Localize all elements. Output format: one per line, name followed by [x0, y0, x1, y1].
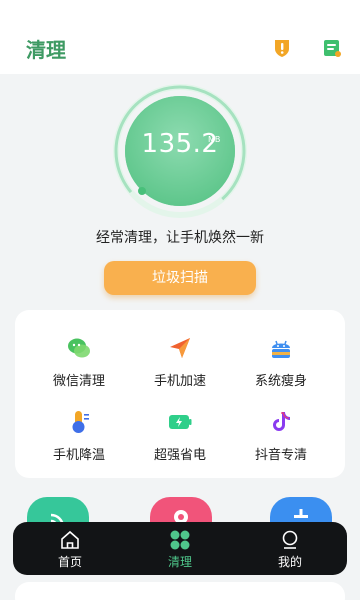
bottom-card: [15, 582, 345, 600]
tiktok-icon: [269, 410, 293, 434]
storage-unit: MB: [208, 135, 221, 144]
storage-gauge: 135.2 MB: [112, 83, 248, 219]
app-header: 清理: [0, 0, 360, 74]
tools-card: 微信清理 手机加速 系统瘦身 手机降温 超强省电 抖音专清: [15, 310, 345, 478]
tool-label: 微信清理: [52, 374, 105, 389]
junk-scan-button[interactable]: 垃圾扫描: [104, 261, 256, 295]
tool-wechat-clean[interactable]: 微信清理: [29, 336, 129, 396]
page-title: 清理: [26, 38, 66, 62]
tab-label: 首页: [57, 555, 82, 569]
battery-icon: [168, 410, 192, 434]
tool-label: 抖音专清: [254, 448, 307, 463]
tool-system-slim[interactable]: 系统瘦身: [231, 336, 331, 396]
tool-power-save[interactable]: 超强省电: [130, 410, 230, 470]
tab-label: 我的: [277, 555, 302, 569]
gauge-dot: [138, 187, 146, 195]
android-icon: [269, 336, 293, 360]
home-icon: [59, 529, 81, 551]
tool-douyin-clean[interactable]: 抖音专清: [231, 410, 331, 470]
thermometer-icon: [67, 410, 91, 434]
alert-shield-icon[interactable]: [271, 37, 293, 59]
tool-phone-cool[interactable]: 手机降温: [29, 410, 129, 470]
profile-icon: [279, 529, 301, 551]
tool-label: 系统瘦身: [254, 374, 307, 389]
tab-home[interactable]: 首页: [25, 522, 115, 575]
tab-profile[interactable]: 我的: [245, 522, 335, 575]
paper-plane-icon: [168, 336, 192, 360]
tab-clean[interactable]: 清理: [135, 522, 225, 575]
tool-label: 手机降温: [52, 448, 105, 463]
storage-value: 135.2: [141, 129, 219, 159]
slogan-text: 经常清理，让手机焕然一新: [96, 230, 264, 246]
grid-icon: [169, 529, 191, 551]
wechat-icon: [67, 336, 91, 360]
bottom-tab-bar: 首页 清理 我的: [13, 522, 347, 575]
tab-label: 清理: [167, 555, 192, 569]
notes-icon[interactable]: [321, 37, 343, 59]
tool-phone-boost[interactable]: 手机加速: [130, 336, 230, 396]
tool-label: 超强省电: [153, 448, 206, 463]
tool-label: 手机加速: [153, 374, 206, 389]
